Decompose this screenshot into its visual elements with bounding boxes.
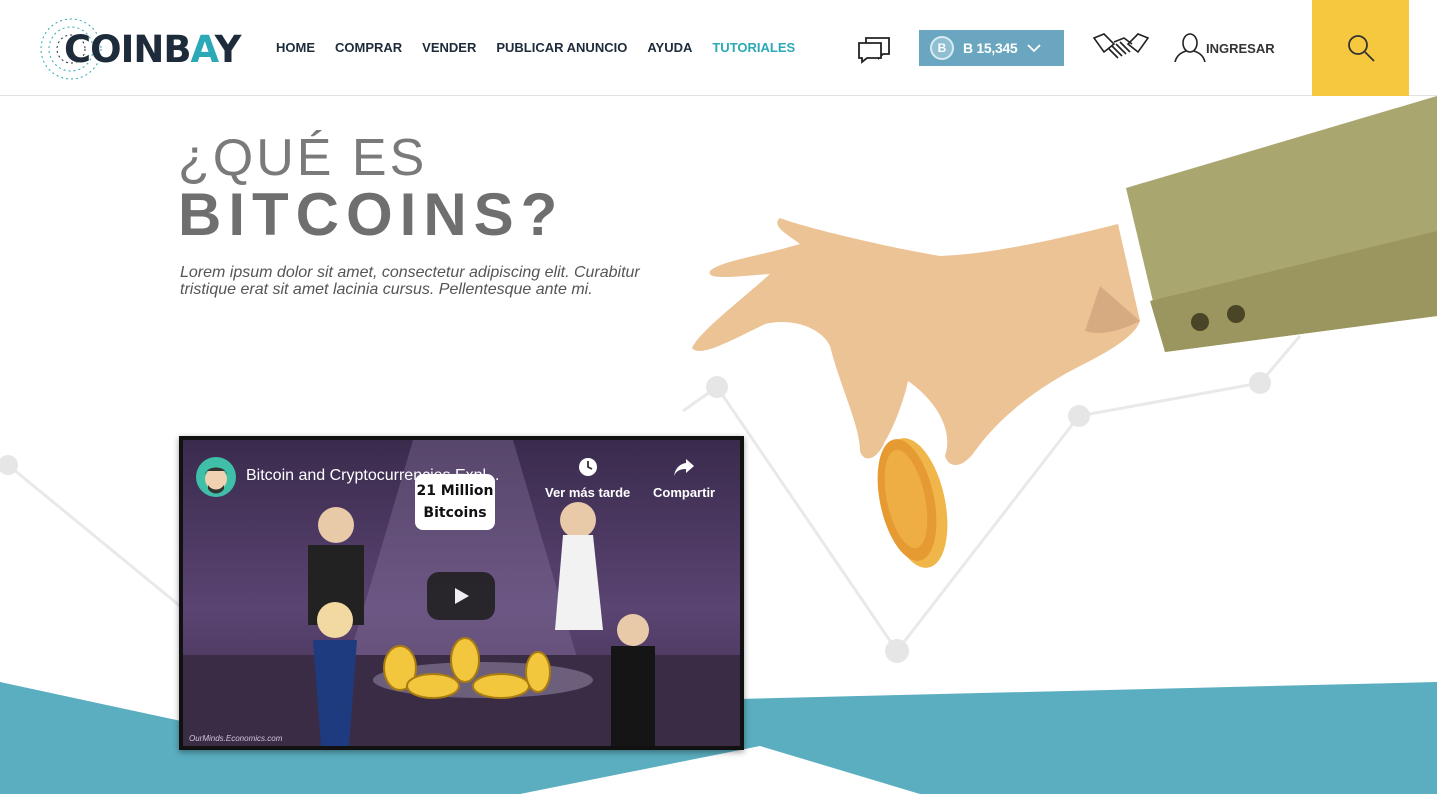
watch-later-button[interactable]: Ver más tarde (545, 456, 630, 500)
video-title[interactable]: Bitcoin and Cryptocurrencies Expl... (246, 467, 499, 485)
watch-later-label: Ver más tarde (545, 485, 631, 500)
search-icon (1347, 35, 1375, 62)
page: COINBAY HOME COMPRAR VENDER PUBLICAR ANU… (0, 0, 1437, 794)
play-icon (455, 588, 469, 604)
play-button[interactable] (427, 572, 495, 620)
chevron-down-icon (1027, 44, 1042, 53)
site-header: COINBAY HOME COMPRAR VENDER PUBLICAR ANU… (0, 0, 1437, 96)
channel-avatar[interactable] (196, 457, 236, 497)
share-icon (674, 459, 695, 476)
speech-line2: Bitcoins (423, 505, 487, 521)
share-label: Compartir (653, 485, 716, 500)
video-player[interactable]: 21 Million Bitcoins Bitcoin and Cryptocu… (179, 436, 744, 750)
hero-description: Lorem ipsum dolor sit amet, consectetur … (180, 264, 640, 298)
balance-amount: B 15,345 (963, 40, 1018, 56)
logo-wordmark: COINBAY (64, 28, 241, 71)
nav-publicar-anuncio[interactable]: PUBLICAR ANUNCIO (496, 40, 627, 55)
chat-bubbles-icon[interactable] (857, 32, 891, 64)
nav-vender[interactable]: VENDER (422, 40, 476, 55)
hand (692, 218, 1140, 466)
search-button[interactable] (1312, 0, 1409, 96)
nav-home[interactable]: HOME (276, 40, 315, 55)
coin-illustration (877, 438, 948, 568)
user-icon (1174, 33, 1206, 62)
bitcoin-icon: B (930, 36, 954, 60)
hero-title-line2: BITCOINS? (178, 181, 565, 248)
video-watermark: OurMinds.Economics.com (189, 734, 283, 743)
login-link[interactable]: INGRESAR (1206, 41, 1275, 56)
clock-icon (578, 458, 597, 476)
main-nav: HOME COMPRAR VENDER PUBLICAR ANUNCIO AYU… (276, 40, 815, 55)
nav-comprar[interactable]: COMPRAR (335, 40, 402, 55)
handshake-icon[interactable] (1092, 30, 1150, 66)
nav-ayuda[interactable]: AYUDA (647, 40, 692, 55)
nav-tutoriales[interactable]: TUTORIALES (712, 40, 795, 55)
share-button[interactable]: Compartir (653, 456, 715, 500)
hero-title-line1: ¿QUÉ ES (178, 129, 428, 187)
balance-dropdown[interactable]: B B 15,345 (919, 30, 1064, 66)
coinbay-logo[interactable]: COINBAY (38, 16, 250, 82)
video-thumbnail: 21 Million Bitcoins Bitcoin and Cryptocu… (183, 440, 740, 746)
avatar-face-icon (205, 467, 227, 494)
